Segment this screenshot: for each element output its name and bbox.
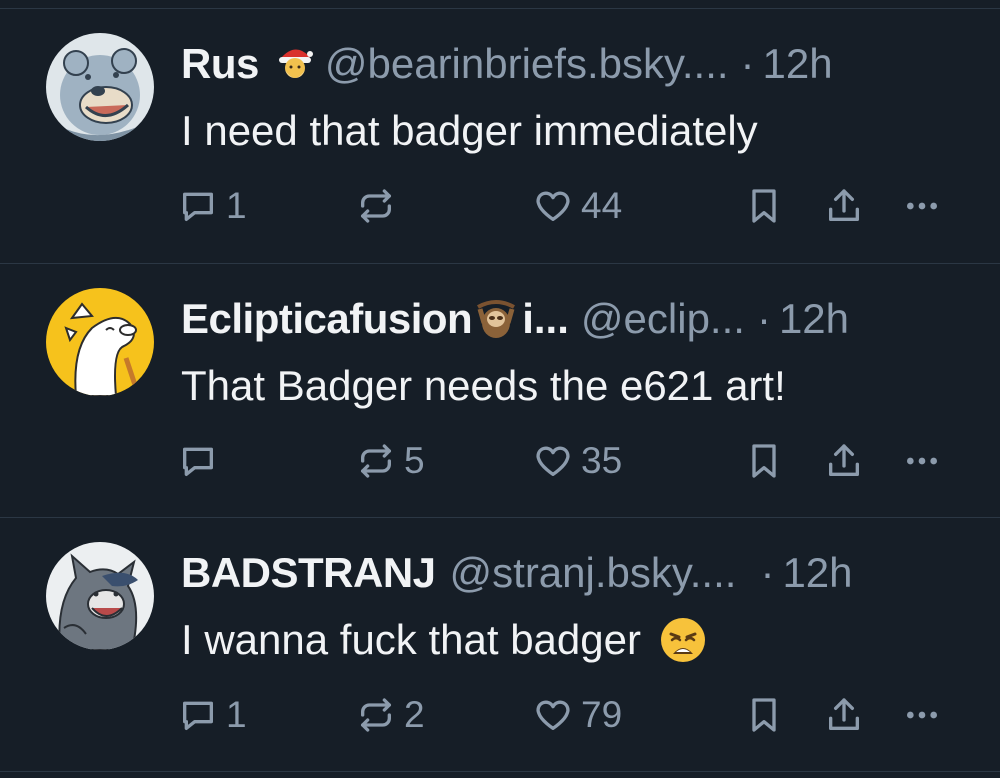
reply-button[interactable]: [178, 436, 226, 486]
separator-dot: ·: [756, 295, 771, 342]
post-header: Eclipticafusion i... @eclip... · 12h: [181, 290, 960, 348]
post-actions: 5 35: [178, 436, 958, 486]
more-icon: [907, 202, 937, 210]
like-count: 35: [581, 440, 623, 481]
repost-icon: [361, 189, 391, 223]
weary-face-emoji-icon: [659, 616, 707, 664]
share-button[interactable]: [824, 436, 864, 486]
post-thread-feed: Rus @bearinbriefs.bsky.... · 12h I need …: [0, 0, 1000, 778]
reply-button[interactable]: 1: [178, 181, 247, 231]
post-header: Rus @bearinbriefs.bsky.... · 12h: [181, 35, 960, 93]
separator-dot: ·: [760, 549, 775, 596]
bear-avatar-icon: [46, 33, 154, 141]
post-item[interactable]: BADSTRANJ @stranj.bsky.... · 12h I wanna…: [0, 517, 1000, 771]
reply-icon: [183, 701, 213, 730]
share-icon: [829, 189, 859, 221]
reply-button[interactable]: 1: [178, 690, 247, 740]
post-text-content: I wanna fuck that badger: [181, 616, 641, 663]
avatar[interactable]: [46, 288, 154, 396]
like-button[interactable]: 35: [533, 436, 622, 486]
bookmark-button[interactable]: [744, 690, 784, 740]
post-timestamp[interactable]: 12h: [763, 35, 833, 93]
post-actions: 1 44: [178, 181, 958, 231]
santa-emoji-icon: [273, 42, 317, 86]
bookmark-icon: [752, 189, 776, 223]
post-text-content: That Badger needs the e621 art!: [181, 362, 786, 409]
heart-icon: [536, 446, 570, 476]
bookmark-button[interactable]: [744, 181, 784, 231]
white-creature-avatar-icon: [46, 288, 154, 396]
like-count: 79: [581, 694, 623, 735]
repost-count: 2: [404, 694, 425, 735]
share-button[interactable]: [824, 690, 864, 740]
more-icon: [907, 711, 937, 719]
post-text: That Badger needs the e621 art!: [181, 358, 786, 414]
more-options-button[interactable]: [902, 181, 942, 231]
like-button[interactable]: 44: [533, 181, 622, 231]
divider: [0, 771, 1000, 772]
sloth-emoji-icon: [474, 297, 518, 341]
post-timestamp[interactable]: 12h: [782, 544, 852, 602]
post-item[interactable]: Eclipticafusion i... @eclip... · 12h Tha…: [0, 263, 1000, 517]
reply-icon: [183, 192, 213, 221]
author-handle[interactable]: @stranj.bsky....: [450, 544, 737, 602]
separator-dot: ·: [740, 40, 755, 87]
post-text-content: I need that badger immediately: [181, 107, 758, 154]
share-button[interactable]: [824, 181, 864, 231]
avatar[interactable]: [46, 542, 154, 650]
heart-icon: [536, 191, 570, 221]
post-text: I need that badger immediately: [181, 103, 758, 159]
reply-count: 1: [226, 694, 247, 735]
heart-icon: [536, 700, 570, 730]
repost-button[interactable]: 2: [356, 690, 425, 740]
repost-icon: [361, 444, 391, 478]
more-icon: [907, 457, 937, 465]
bookmark-icon: [752, 444, 776, 478]
share-icon: [829, 444, 859, 476]
repost-button[interactable]: [356, 181, 404, 231]
post-text: I wanna fuck that badger: [181, 612, 707, 668]
post-actions: 1 2 79: [178, 690, 958, 740]
post-timestamp[interactable]: 12h: [779, 290, 849, 348]
repost-count: 5: [404, 440, 425, 481]
author-name[interactable]: BADSTRANJ: [181, 544, 436, 602]
repost-icon: [361, 698, 391, 732]
author-handle[interactable]: @bearinbriefs.bsky....: [325, 35, 729, 93]
like-count: 44: [581, 185, 623, 226]
more-options-button[interactable]: [902, 436, 942, 486]
avatar[interactable]: [46, 33, 154, 141]
bookmark-button[interactable]: [744, 436, 784, 486]
more-options-button[interactable]: [902, 690, 942, 740]
wolf-avatar-icon: [46, 542, 154, 650]
author-name[interactable]: Eclipticafusion: [181, 290, 473, 348]
post-item[interactable]: Rus @bearinbriefs.bsky.... · 12h I need …: [0, 8, 1000, 263]
share-icon: [829, 698, 859, 730]
author-name[interactable]: Rus: [181, 35, 259, 93]
author-handle[interactable]: @eclip...: [581, 290, 745, 348]
repost-button[interactable]: 5: [356, 436, 425, 486]
like-button[interactable]: 79: [533, 690, 622, 740]
reply-icon: [183, 447, 213, 476]
post-header: BADSTRANJ @stranj.bsky.... · 12h: [181, 544, 960, 602]
author-name-truncated[interactable]: i...: [522, 290, 569, 348]
bookmark-icon: [752, 698, 776, 732]
reply-count: 1: [226, 185, 247, 226]
